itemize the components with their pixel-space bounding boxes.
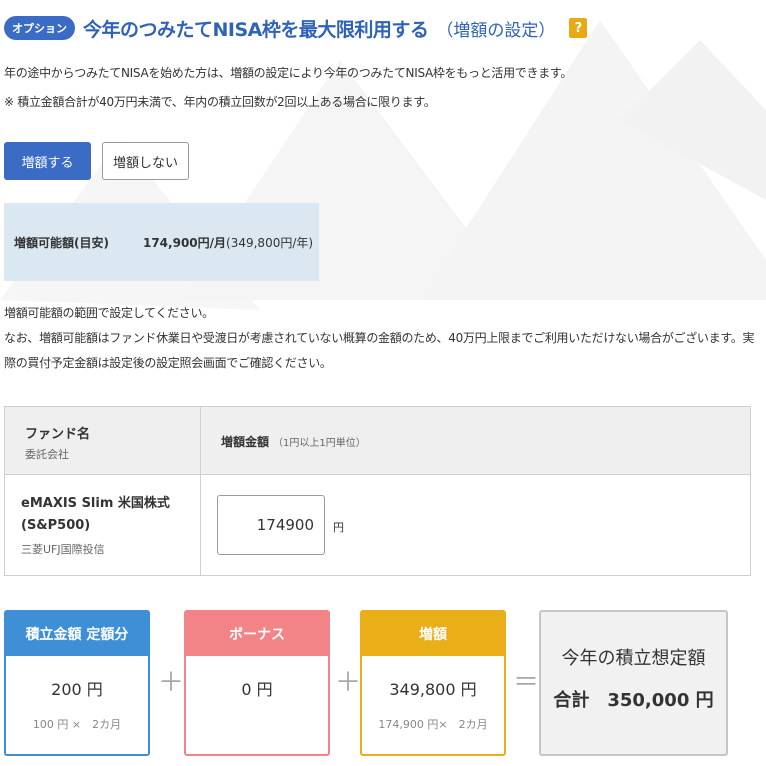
- fund-table: ファンド名 委託会社 増額金額 （1円以上1円単位） eMAXIS Slim 米国…: [4, 406, 751, 576]
- plus-icon: ＋: [158, 668, 185, 698]
- plus-icon: ＋: [335, 668, 362, 698]
- increase-sub: 174,900 円× 2カ月: [378, 718, 488, 731]
- table-header: ファンド名 委託会社 増額金額 （1円以上1円単位）: [5, 407, 750, 475]
- no-increase-button[interactable]: 増額しない: [102, 142, 189, 180]
- total-value: 合計 350,000 円: [553, 690, 714, 711]
- regular-amount-card: 積立金額 定額分 200 円 100 円 × 2カ月: [4, 610, 150, 756]
- fund-name: eMAXIS Slim 米国株式(S&P500): [21, 496, 170, 533]
- available-monthly: 174,900円/月: [142, 235, 227, 250]
- available-amount-box: 増額可能額(目安) 174,900円/月(349,800円/年): [4, 203, 319, 281]
- option-badge: オプション: [4, 16, 75, 40]
- total-box: 今年の積立想定額 合計 350,000 円: [539, 610, 728, 756]
- page-title: 今年のつみたてNISA枠を最大限利用する: [83, 18, 429, 41]
- header-fund-label: ファンド名: [25, 427, 91, 442]
- bonus-head: ボーナス: [186, 612, 328, 656]
- increase-head: 増額: [362, 612, 504, 656]
- increase-card: 増額 349,800 円 174,900 円× 2カ月: [360, 610, 506, 756]
- total-label: 今年の積立想定額: [561, 648, 706, 669]
- header-company-label: 委託会社: [25, 448, 69, 461]
- bonus-value: 0 円: [241, 680, 273, 699]
- increase-value: 349,800 円: [389, 680, 477, 699]
- header-amount-label: 増額金額: [221, 435, 270, 449]
- regular-amount-sub: 100 円 × 2カ月: [32, 718, 122, 731]
- increase-amount-input[interactable]: [217, 495, 325, 555]
- header-amount-sub: （1円以上1円単位）: [273, 438, 366, 449]
- column-divider: [200, 407, 201, 575]
- regular-amount-head: 積立金額 定額分: [6, 612, 148, 656]
- page-subtitle: （増額の設定）: [436, 20, 556, 41]
- page: オプション 今年のつみたてNISA枠を最大限利用する （増額の設定） ? 年の途…: [0, 0, 766, 766]
- bonus-card: ボーナス 0 円: [184, 610, 330, 756]
- fund-cell: eMAXIS Slim 米国株式(S&P500) 三菱UFJ国際投信: [21, 493, 191, 557]
- fund-company: 三菱UFJ国際投信: [21, 543, 105, 556]
- description-line: 年の途中からつみたてNISAを始めた方は、増額の設定により今年のつみたてNISA…: [4, 66, 573, 80]
- disclaimer-note: なお、増額可能額はファンド休業日や受渡日が考慮されていない概算の金額のため、40…: [4, 331, 755, 370]
- header-fund: ファンド名 委託会社: [25, 423, 90, 462]
- available-yearly: (349,800円/年): [226, 235, 314, 250]
- amount-unit: 円: [333, 521, 344, 534]
- regular-amount-value: 200 円: [51, 680, 103, 699]
- range-note: 増額可能額の範囲で設定してください。: [4, 306, 214, 320]
- help-icon[interactable]: ?: [569, 18, 588, 38]
- increase-button[interactable]: 増額する: [4, 142, 91, 180]
- title-row: オプション 今年のつみたてNISA枠を最大限利用する （増額の設定） ?: [4, 10, 588, 46]
- equals-icon: ＝: [513, 668, 540, 698]
- header-amount: 増額金額 （1円以上1円単位）: [221, 433, 366, 450]
- description-note: ※ 積立金額合計が40万円未満で、年内の積立回数が2回以上ある場合に限ります。: [4, 95, 436, 109]
- available-amount-label: 増額可能額(目安): [14, 235, 109, 250]
- available-amount-value: 174,900円/月(349,800円/年): [143, 234, 313, 251]
